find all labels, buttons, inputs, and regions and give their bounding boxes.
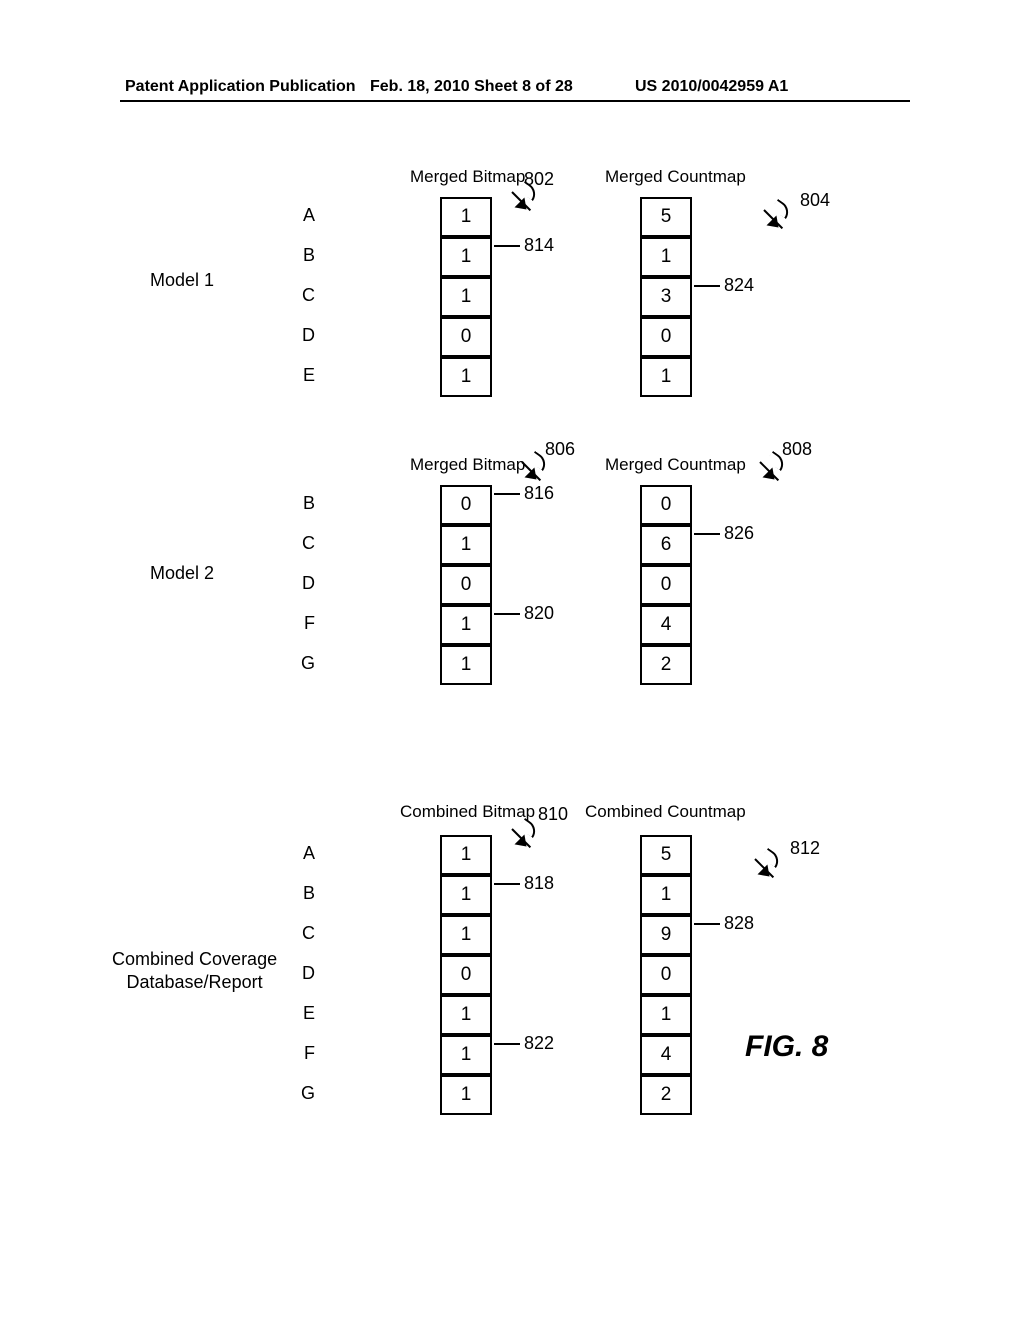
header-left: Patent Application Publication (125, 78, 356, 96)
combined-countmap-cell: 5 (640, 835, 692, 875)
model1-countmap-cell: 3 (640, 277, 692, 317)
leader-icon (694, 533, 720, 535)
combined-bitmap-cell: 1 (440, 875, 492, 915)
model1-row-a: A (285, 205, 315, 226)
combined-row-d: D (285, 963, 315, 984)
model1-bitmap-cell: 1 (440, 237, 492, 277)
patent-figure-page: Patent Application Publication Feb. 18, … (0, 0, 1024, 1320)
combined-countmap-cell: 0 (640, 955, 692, 995)
model2-label: Model 2 (150, 563, 214, 584)
model2-row-g: G (285, 653, 315, 674)
combined-bitmap-header: Combined Bitmap (400, 802, 535, 822)
ref-818: 818 (524, 873, 554, 894)
model2-bitmap-header: Merged Bitmap (410, 455, 525, 475)
model2-bitmap-cell: 1 (440, 605, 492, 645)
combined-bitmap-cell: 0 (440, 955, 492, 995)
ref-806: 806 (545, 439, 575, 460)
combined-row-e: E (285, 1003, 315, 1024)
leader-icon (494, 1043, 520, 1045)
model1-bitmap-header: Merged Bitmap (410, 167, 525, 187)
model2-section: Model 2 B C D F G Merged Bitmap 806 0 1 … (0, 445, 1024, 705)
combined-bitmap-cell: 1 (440, 1075, 492, 1115)
model2-bitmap-cell: 1 (440, 525, 492, 565)
ref-814: 814 (524, 235, 554, 256)
model1-row-c: C (285, 285, 315, 306)
leader-icon (494, 245, 520, 247)
model1-bitmap-cell: 1 (440, 357, 492, 397)
combined-countmap-cell: 1 (640, 995, 692, 1035)
model2-bitmap-cell: 0 (440, 565, 492, 605)
ref-820: 820 (524, 603, 554, 624)
model2-bitmap-cell: 1 (440, 645, 492, 685)
model1-bitmap-cell: 1 (440, 277, 492, 317)
model2-countmap-cell: 0 (640, 565, 692, 605)
combined-row-g: G (285, 1083, 315, 1104)
leader-icon (494, 493, 520, 495)
ref-826: 826 (724, 523, 754, 544)
model1-row-e: E (285, 365, 315, 386)
model2-row-f: F (285, 613, 315, 634)
model2-countmap-cell: 2 (640, 645, 692, 685)
ref-822: 822 (524, 1033, 554, 1054)
combined-bitmap-cell: 1 (440, 835, 492, 875)
ref-812: 812 (790, 838, 820, 859)
combined-bitmap-cell: 1 (440, 1035, 492, 1075)
model1-countmap-cell: 1 (640, 237, 692, 277)
ref-808: 808 (782, 439, 812, 460)
combined-label: Combined Coverage Database/Report (112, 948, 277, 995)
model1-bitmap-cell: 1 (440, 197, 492, 237)
ref-804: 804 (800, 190, 830, 211)
header-rule (120, 100, 910, 102)
figure-label: FIG. 8 (745, 1030, 828, 1064)
combined-countmap-cell: 2 (640, 1075, 692, 1115)
ref-824: 824 (724, 275, 754, 296)
combined-row-b: B (285, 883, 315, 904)
combined-countmap-cell: 9 (640, 915, 692, 955)
leader-icon (494, 613, 520, 615)
ref-828: 828 (724, 913, 754, 934)
leader-icon (694, 285, 720, 287)
combined-bitmap-cell: 1 (440, 915, 492, 955)
model2-countmap-cell: 6 (640, 525, 692, 565)
combined-bitmap-cell: 1 (440, 995, 492, 1035)
leader-icon (494, 883, 520, 885)
model2-countmap-cell: 4 (640, 605, 692, 645)
model2-countmap-header: Merged Countmap (605, 455, 746, 475)
model2-countmap-cell: 0 (640, 485, 692, 525)
model2-row-b: B (285, 493, 315, 514)
combined-row-f: F (285, 1043, 315, 1064)
header-center: Feb. 18, 2010 Sheet 8 of 28 (370, 78, 573, 96)
model1-section: Model 1 A B C D E Merged Bitmap 802 1 1 … (0, 175, 1024, 435)
combined-section: Combined Coverage Database/Report A B C … (0, 810, 1024, 1170)
model1-countmap-cell: 1 (640, 357, 692, 397)
combined-row-c: C (285, 923, 315, 944)
model1-countmap-cell: 0 (640, 317, 692, 357)
combined-countmap-cell: 1 (640, 875, 692, 915)
model1-row-b: B (285, 245, 315, 266)
model1-row-d: D (285, 325, 315, 346)
combined-countmap-header: Combined Countmap (585, 802, 746, 822)
model1-label: Model 1 (150, 270, 214, 291)
header-right: US 2010/0042959 A1 (635, 78, 788, 96)
model1-bitmap-cell: 0 (440, 317, 492, 357)
hook-icon (518, 818, 540, 838)
ref-810: 810 (538, 804, 568, 825)
ref-816: 816 (524, 483, 554, 504)
combined-row-a: A (285, 843, 315, 864)
model2-bitmap-cell: 0 (440, 485, 492, 525)
model1-countmap-cell: 5 (640, 197, 692, 237)
model2-row-d: D (285, 573, 315, 594)
model1-countmap-header: Merged Countmap (605, 167, 746, 187)
model2-row-c: C (285, 533, 315, 554)
hook-icon (761, 848, 783, 868)
leader-icon (694, 923, 720, 925)
combined-countmap-cell: 4 (640, 1035, 692, 1075)
